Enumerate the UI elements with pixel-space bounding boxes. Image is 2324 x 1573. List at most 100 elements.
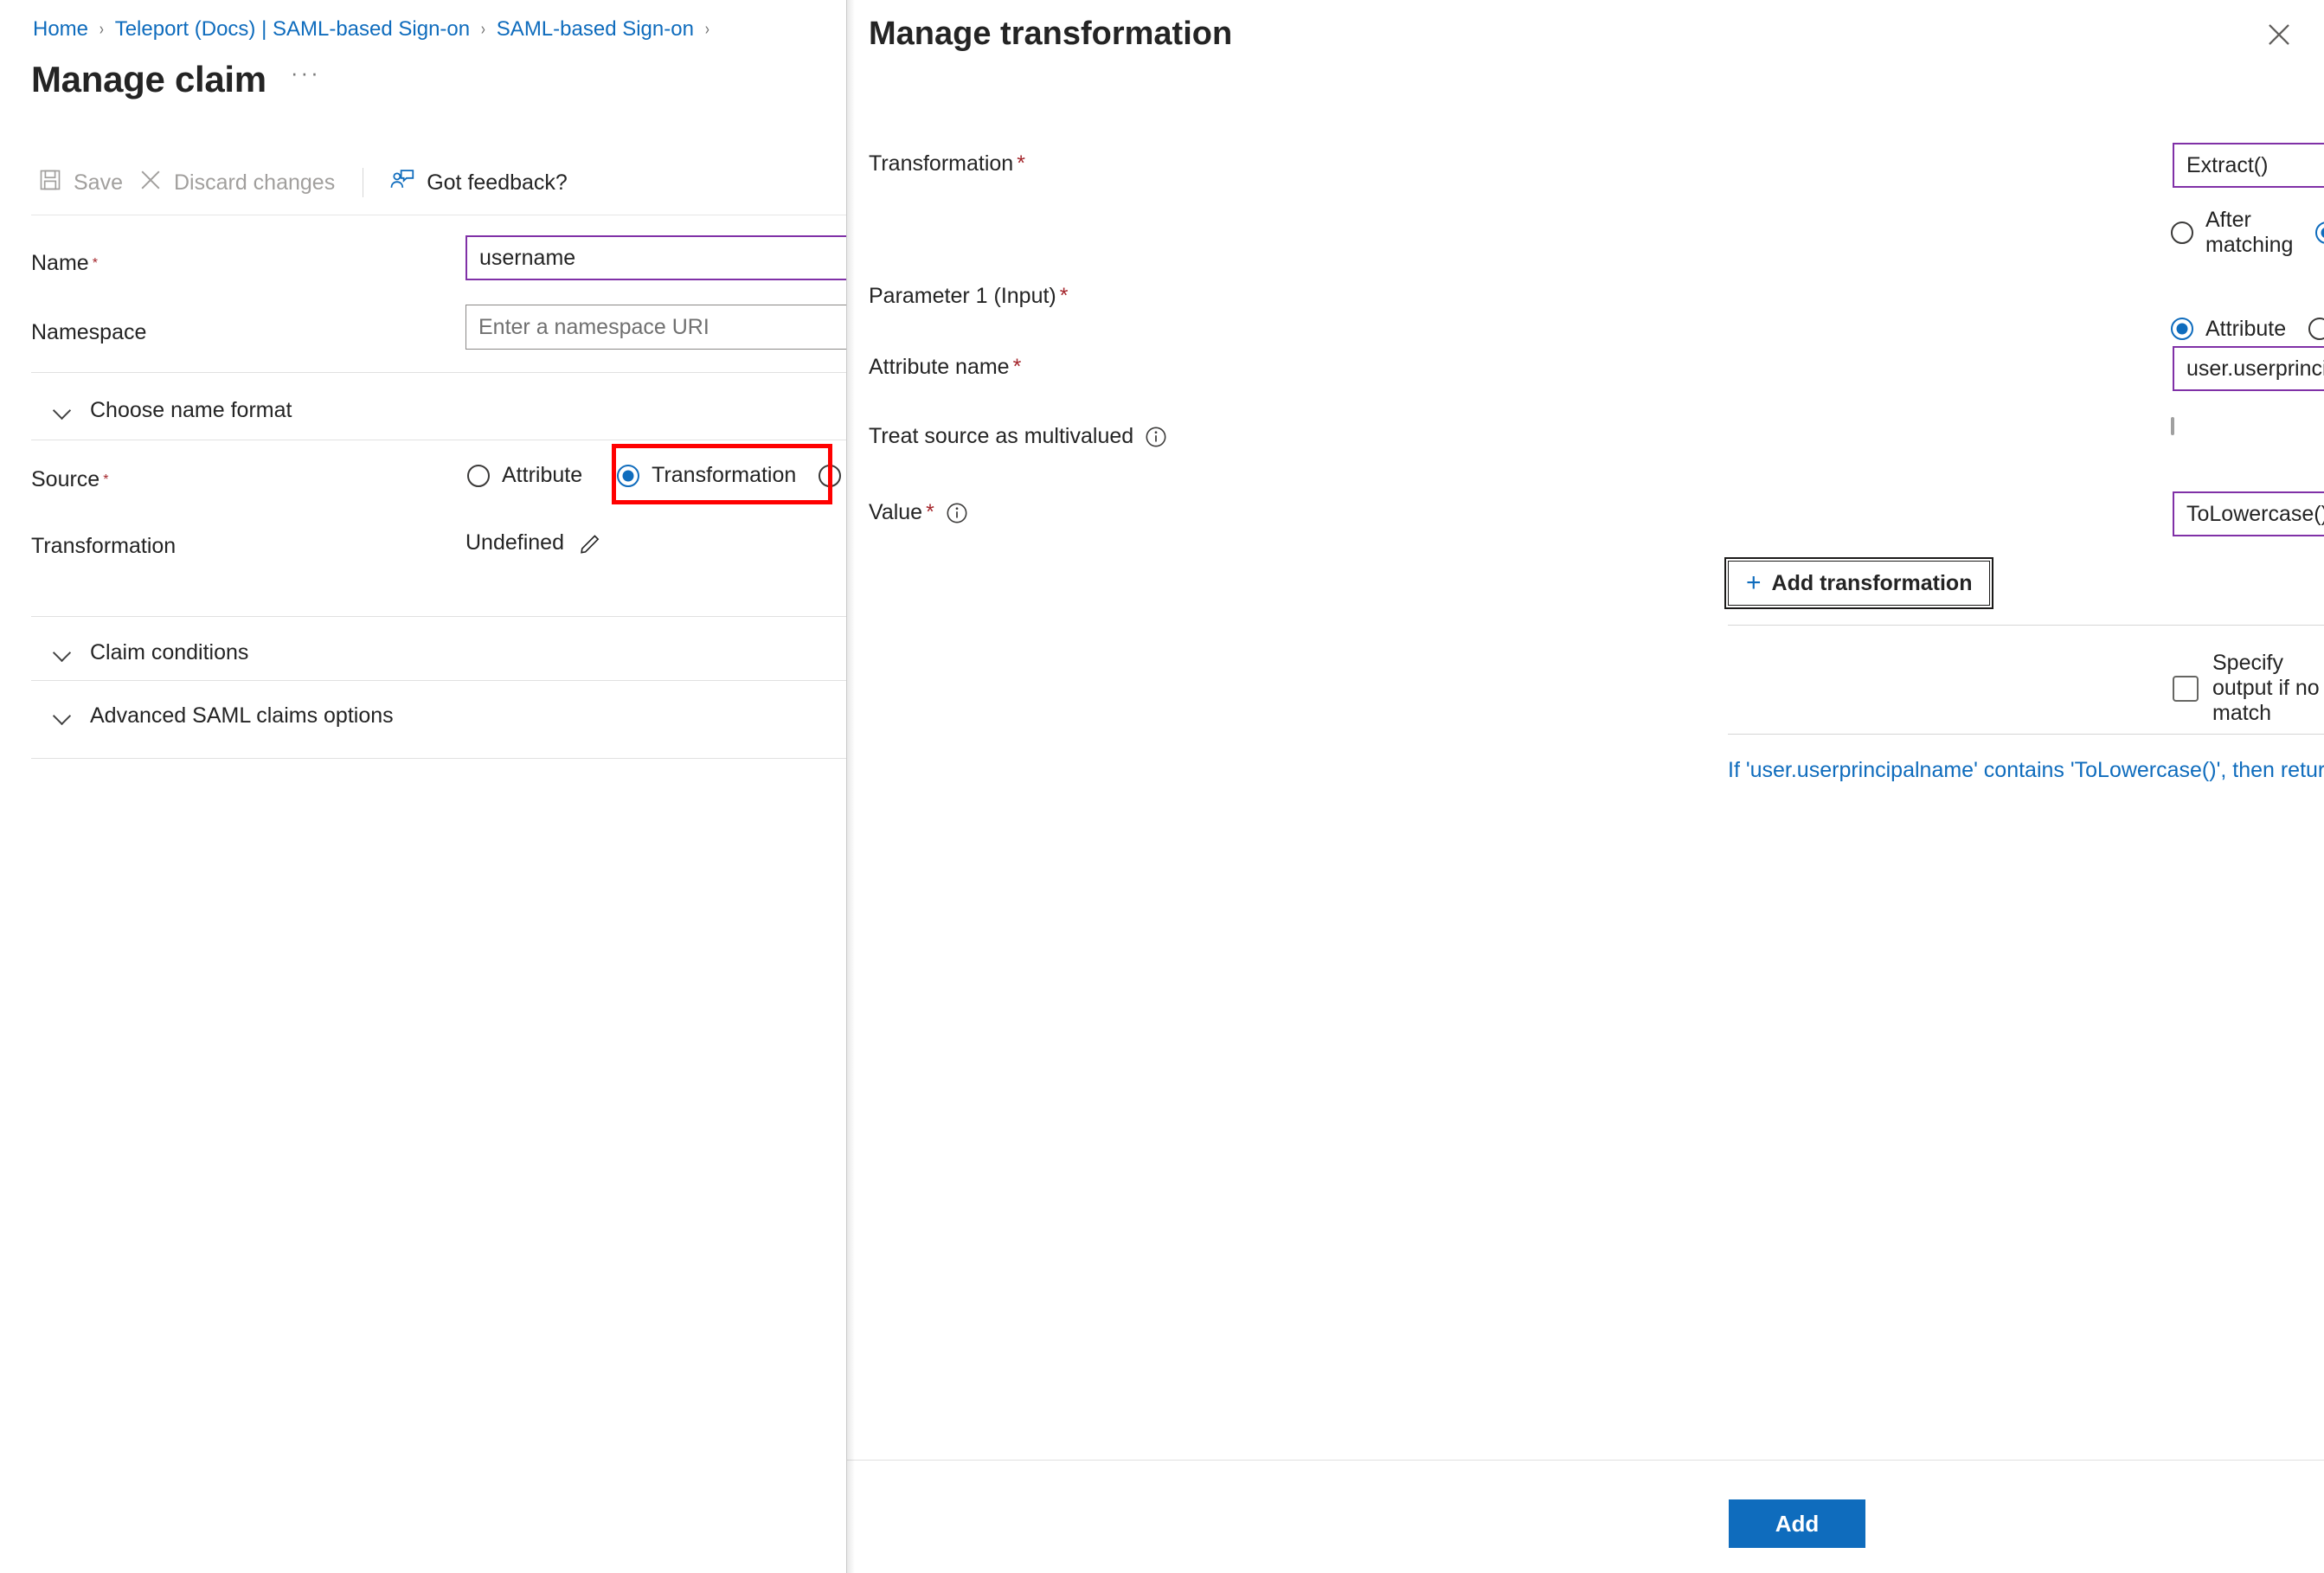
close-x-icon [138, 168, 163, 198]
attribute-name-label-row: Attribute name * [869, 355, 1021, 380]
match-option-after[interactable]: After matching [2171, 208, 2293, 258]
blade-transformation-label-row: Transformation * [869, 151, 1025, 177]
manage-transformation-blade: Manage transformation Transformation * E… [846, 0, 2324, 1573]
add-transformation-button[interactable]: + Add transformation [1724, 557, 1994, 609]
divider [31, 616, 846, 617]
required-marker: * [1017, 151, 1025, 176]
transformation-hint-text: If 'user.userprincipalname' contains 'To… [1728, 758, 2324, 782]
source-option-attribute[interactable]: Attribute [467, 463, 582, 488]
command-bar: Save Discard changes Got feedback? [31, 163, 576, 202]
source-option-clipped[interactable] [819, 464, 842, 487]
choose-name-format-label: Choose name format [90, 398, 292, 422]
blade-transformation-label: Transformation [869, 151, 1014, 176]
name-field-row: Name * [31, 251, 98, 276]
manage-claim-pane: Home › Teleport (Docs) | SAML-based Sign… [0, 0, 846, 1573]
breadcrumb-item-teleport-docs[interactable]: Teleport (Docs) | SAML-based Sign-on [115, 16, 470, 42]
breadcrumb-separator: › [704, 20, 709, 39]
claim-conditions-label: Claim conditions [90, 640, 249, 665]
save-label: Save [74, 170, 123, 195]
radio-unchecked-icon [2308, 318, 2324, 340]
source-option-transformation[interactable]: Transformation [617, 463, 796, 488]
discard-changes-label: Discard changes [173, 170, 336, 195]
advanced-saml-claims-accordion[interactable]: Advanced SAML claims options [54, 703, 394, 729]
breadcrumb: Home › Teleport (Docs) | SAML-based Sign… [33, 16, 721, 42]
got-feedback-button[interactable]: Got feedback? [382, 164, 576, 202]
divider [31, 680, 846, 681]
parameter1-option-attribute-label: Attribute [2205, 316, 2287, 341]
choose-name-format-accordion[interactable]: Choose name format [54, 398, 292, 423]
specify-output-row[interactable]: Specify output if no match [2173, 651, 2324, 726]
chevron-down-icon [54, 708, 71, 725]
required-marker: * [1059, 284, 1069, 308]
required-marker: * [926, 500, 934, 524]
divider [31, 372, 846, 373]
value-label-row: Value * [869, 500, 968, 525]
source-required-marker: * [103, 472, 109, 487]
blade-title: Manage transformation [869, 16, 1233, 52]
name-input[interactable]: username [465, 235, 846, 280]
match-option-after-label: After matching [2205, 208, 2294, 257]
transformation-field-row: Transformation [31, 534, 176, 559]
transformation-value-row: Undefined [465, 530, 604, 555]
value-label: Value [869, 500, 923, 524]
claim-conditions-accordion[interactable]: Claim conditions [54, 640, 248, 665]
discard-changes-button[interactable]: Discard changes [132, 164, 343, 202]
radio-unchecked-icon [819, 464, 842, 487]
name-required-marker: * [92, 255, 98, 271]
radio-unchecked-icon [467, 464, 490, 487]
attribute-name-select[interactable]: user.userprincipalname [2173, 346, 2324, 391]
radio-checked-icon [2171, 318, 2193, 340]
page-title: Manage claim [31, 59, 266, 100]
parameter1-label-row: Parameter 1 (Input) * [869, 284, 1069, 309]
specify-output-checkbox[interactable] [2173, 675, 2199, 702]
parameter1-label: Parameter 1 (Input) [869, 284, 1056, 308]
breadcrumb-item-home[interactable]: Home [33, 16, 88, 42]
transformation-label: Transformation [31, 534, 177, 558]
advanced-saml-label: Advanced SAML claims options [90, 703, 394, 728]
feedback-person-icon [389, 167, 415, 199]
name-label: Name [31, 251, 89, 275]
more-actions-icon[interactable]: ··· [291, 61, 321, 95]
breadcrumb-separator: › [480, 20, 485, 39]
treat-multivalued-checkbox[interactable] [2171, 417, 2174, 435]
save-icon [38, 168, 62, 198]
footer-divider [847, 1460, 2324, 1461]
namespace-input-placeholder: Enter a namespace URI [478, 314, 709, 339]
namespace-label: Namespace [31, 320, 147, 344]
name-input-value: username [479, 245, 576, 270]
attribute-name-select-value: user.userprincipalname [2186, 356, 2324, 381]
value-input[interactable]: ToLowercase() [2173, 491, 2324, 536]
source-option-attribute-label: Attribute [502, 463, 583, 487]
source-label: Source [31, 467, 100, 491]
transformation-select[interactable]: Extract() [2173, 143, 2324, 188]
divider [31, 758, 846, 759]
breadcrumb-separator: › [99, 20, 104, 39]
edit-pencil-icon[interactable] [578, 530, 604, 555]
specify-output-label: Specify output if no match [2212, 651, 2320, 725]
source-field-row: Source * [31, 467, 108, 492]
namespace-input[interactable]: Enter a namespace URI [465, 305, 846, 350]
namespace-field-row: Namespace [31, 320, 146, 345]
parameter1-option-attribute[interactable]: Attribute [2171, 317, 2286, 342]
add-transformation-label: Add transformation [1771, 570, 1973, 595]
chevron-down-icon [54, 402, 71, 420]
add-button[interactable]: Add [1729, 1499, 1865, 1548]
page-title-row: Manage claim ··· [31, 59, 321, 100]
info-icon[interactable] [946, 502, 968, 524]
matching-radio-group: After matching Before matching Between m… [2171, 208, 2324, 258]
radio-checked-icon [2315, 222, 2324, 244]
azure-portal-screen: Home › Teleport (Docs) | SAML-based Sign… [0, 0, 2324, 1573]
save-button[interactable]: Save [31, 164, 132, 202]
divider [1728, 734, 2324, 735]
close-icon[interactable] [2258, 14, 2300, 55]
value-input-value: ToLowercase() [2186, 501, 2324, 526]
breadcrumb-item-saml-sign-on[interactable]: SAML-based Sign-on [497, 16, 694, 42]
chevron-down-icon [54, 645, 71, 662]
attribute-name-label: Attribute name [869, 355, 1010, 379]
source-radio-group: Attribute Transformation [467, 463, 846, 488]
treat-multivalued-checkbox-wrap [2171, 417, 2174, 435]
divider [1728, 625, 2324, 626]
match-option-before[interactable]: Before matching [2315, 208, 2324, 258]
info-icon[interactable] [1145, 426, 1167, 448]
got-feedback-label: Got feedback? [427, 170, 568, 195]
